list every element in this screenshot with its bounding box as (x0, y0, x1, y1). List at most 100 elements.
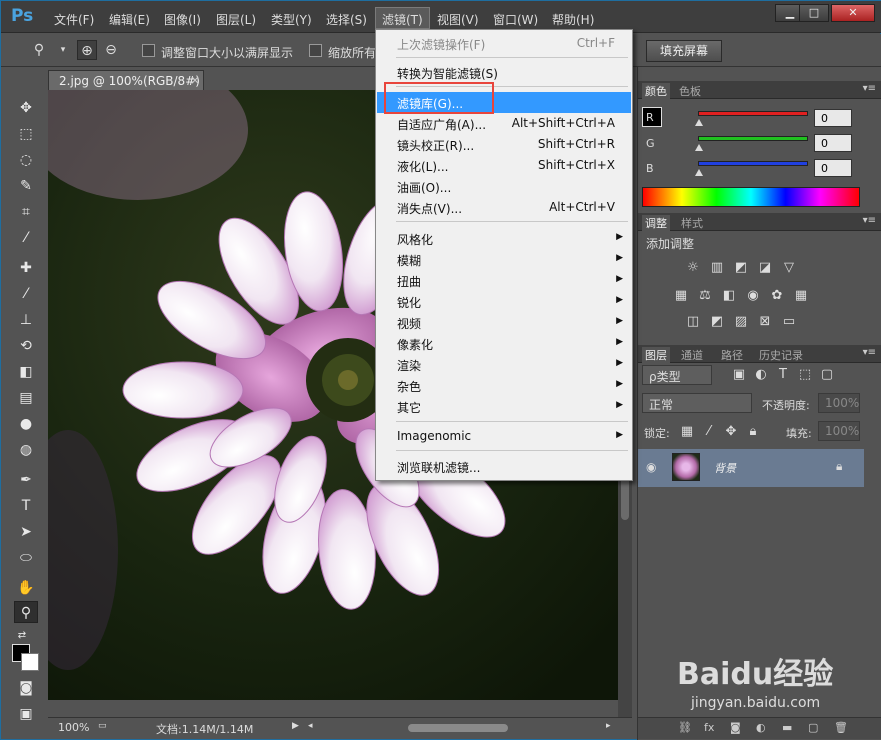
lock-transparent-icon[interactable]: ▦ (678, 423, 696, 441)
path-select-tool-icon[interactable]: ➤ (14, 521, 38, 543)
quick-mask-icon[interactable]: ◙ (14, 677, 38, 699)
exposure-icon[interactable]: ◪ (756, 259, 774, 277)
filter-type-icon[interactable]: T (774, 366, 792, 384)
trash-icon[interactable]: 🗑︎ (834, 721, 848, 734)
screen-mode-icon[interactable]: ▣ (14, 703, 38, 725)
menu-pixelate[interactable]: 像素化 ▶ (377, 333, 631, 354)
zoom-in-icon[interactable]: ⊕ (77, 40, 97, 60)
menu-layer[interactable]: 图层(L) (216, 11, 256, 28)
channel-r-value[interactable]: 0 (814, 109, 852, 127)
layer-filter-select[interactable]: ρ类型 (642, 365, 712, 385)
levels-icon[interactable]: ▥ (708, 259, 726, 277)
eraser-tool-icon[interactable]: ◧ (14, 361, 38, 383)
fit-window-checkbox[interactable] (142, 44, 155, 57)
maximize-button[interactable]: □ (799, 4, 829, 22)
menu-image[interactable]: 图像(I) (164, 11, 201, 28)
curves-icon[interactable]: ◩ (732, 259, 750, 277)
dodge-tool-icon[interactable]: ◍ (14, 439, 38, 461)
lasso-tool-icon[interactable]: ◌ (14, 149, 38, 171)
healing-brush-tool-icon[interactable]: ✚ (14, 257, 38, 279)
filter-smart-icon[interactable]: ▢ (818, 366, 836, 384)
tab-styles[interactable]: 样式 (678, 215, 706, 231)
tab-paths[interactable]: 路径 (718, 347, 746, 363)
zoom-tool-icon[interactable]: ⚲ (29, 40, 49, 60)
menu-distort[interactable]: 扭曲 ▶ (377, 270, 631, 291)
tab-channels[interactable]: 通道 (678, 347, 706, 363)
black-white-icon[interactable]: ◧ (720, 287, 738, 305)
menu-render[interactable]: 渲染 ▶ (377, 354, 631, 375)
menu-other[interactable]: 其它 ▶ (377, 396, 631, 417)
channel-mixer-icon[interactable]: ✿ (768, 287, 786, 305)
panel-menu-icon[interactable]: ▾≡ (863, 83, 876, 94)
menu-last-filter[interactable]: 上次滤镜操作(F) Ctrl+F (377, 33, 631, 54)
group-icon[interactable]: ▬ (782, 721, 792, 734)
menu-lens-correction[interactable]: 镜头校正(R)... Shift+Ctrl+R (377, 134, 631, 155)
channel-g-track[interactable] (698, 136, 808, 141)
menu-select[interactable]: 选择(S) (326, 11, 367, 28)
history-brush-tool-icon[interactable]: ⟲ (14, 335, 38, 357)
color-lookup-icon[interactable]: ▦ (792, 287, 810, 305)
menu-file[interactable]: 文件(F) (54, 11, 94, 28)
threshold-icon[interactable]: ▨ (732, 313, 750, 331)
scroll-right-icon[interactable]: ▸ (606, 721, 611, 731)
channel-b-track[interactable] (698, 161, 808, 166)
shape-tool-icon[interactable]: ⬭ (14, 547, 38, 569)
menu-imagenomic[interactable]: Imagenomic ▶ (377, 426, 631, 447)
menu-filter[interactable]: 滤镜(T) (375, 7, 430, 29)
menu-noise[interactable]: 杂色 ▶ (377, 375, 631, 396)
menu-view[interactable]: 视图(V) (437, 11, 479, 28)
zoom-all-checkbox[interactable] (309, 44, 322, 57)
pen-tool-icon[interactable]: ✒ (14, 469, 38, 491)
fill-input[interactable]: 100% (818, 421, 860, 441)
stamp-tool-icon[interactable]: ⊥ (14, 309, 38, 331)
menu-sharpen[interactable]: 锐化 ▶ (377, 291, 631, 312)
hand-tool-icon[interactable]: ✋ (14, 577, 38, 599)
gradient-tool-icon[interactable]: ▤ (14, 387, 38, 409)
move-tool-icon[interactable]: ✥ (14, 97, 38, 119)
lock-all-icon[interactable]: 🔒︎ (744, 423, 762, 441)
blend-mode-select[interactable]: 正常 (642, 393, 752, 413)
zoom-level[interactable]: 100% (58, 721, 89, 734)
channel-g-value[interactable]: 0 (814, 134, 852, 152)
channel-b-knob[interactable] (695, 169, 703, 176)
brush-tool-icon[interactable]: ⁄ (14, 283, 38, 305)
lock-pixels-icon[interactable]: ⁄ (700, 423, 718, 441)
tab-history[interactable]: 历史记录 (756, 347, 806, 363)
menu-blur[interactable]: 模糊 ▶ (377, 249, 631, 270)
panel-menu-icon[interactable]: ▾≡ (863, 347, 876, 358)
gradient-map-icon[interactable]: ▭ (780, 313, 798, 331)
menu-vanishing-point[interactable]: 消失点(V)... Alt+Ctrl+V (377, 197, 631, 218)
eyedropper-tool-icon[interactable]: ⁄ (14, 227, 38, 249)
filter-shape-icon[interactable]: ⬚ (796, 366, 814, 384)
chevron-right-icon[interactable]: ▶ (292, 721, 299, 731)
menu-window[interactable]: 窗口(W) (493, 11, 538, 28)
crop-tool-icon[interactable]: ⌗ (14, 201, 38, 223)
channel-b-value[interactable]: 0 (814, 159, 852, 177)
panel-menu-icon[interactable]: ▾≡ (863, 215, 876, 226)
menu-convert-smart-filter[interactable]: 转换为智能滤镜(S) (377, 62, 631, 83)
horizontal-scroll-thumb[interactable] (408, 724, 508, 732)
tab-adjustments[interactable]: 调整 (642, 215, 670, 231)
layer-row[interactable]: ◉ 背景 🔒︎ (638, 449, 864, 487)
filter-adjust-icon[interactable]: ◐ (752, 366, 770, 384)
opacity-input[interactable]: 100% (818, 393, 860, 413)
menu-type[interactable]: 类型(Y) (271, 11, 312, 28)
menu-video[interactable]: 视频 ▶ (377, 312, 631, 333)
color-spectrum[interactable] (642, 187, 860, 207)
fx-icon[interactable]: fx (704, 721, 714, 734)
type-tool-icon[interactable]: T (14, 495, 38, 517)
menu-browse-online-filters[interactable]: 浏览联机滤镜... (377, 456, 631, 477)
menu-edit[interactable]: 编辑(E) (109, 11, 150, 28)
vibrance-icon[interactable]: ▽ (780, 259, 798, 277)
menu-oil-paint[interactable]: 油画(O)... (377, 176, 631, 197)
mask-icon[interactable]: ◙ (730, 721, 741, 734)
chevron-down-icon[interactable]: ▾ (53, 40, 73, 60)
posterize-icon[interactable]: ◩ (708, 313, 726, 331)
close-button[interactable]: ✕ (831, 4, 875, 22)
channel-r-track[interactable] (698, 111, 808, 116)
close-icon[interactable]: × (190, 73, 200, 87)
scroll-left-icon[interactable]: ◂ (308, 721, 313, 731)
new-layer-icon[interactable]: ▢ (808, 721, 818, 734)
tab-swatches[interactable]: 色板 (676, 83, 704, 99)
menu-stylize[interactable]: 风格化 ▶ (377, 228, 631, 249)
